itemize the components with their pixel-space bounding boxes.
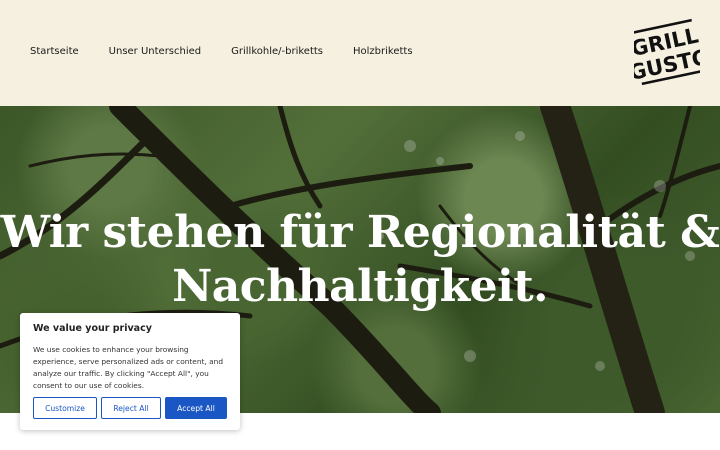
reject-all-button[interactable]: Reject All [101, 397, 161, 419]
site-header: Startseite Unser Unterschied Grillkohle/… [0, 0, 720, 106]
nav-item-unser-unterschied[interactable]: Unser Unterschied [109, 45, 201, 59]
cookie-banner-title: We value your privacy [33, 323, 152, 334]
hero-title-line-1: Wir stehen für Regionalität & [0, 207, 720, 258]
logo-mark: GRILL GUSTO [627, 18, 712, 86]
hero-title-line-2: Nachhaltigkeit. [172, 261, 548, 312]
nav-item-holzbriketts[interactable]: Holzbriketts [353, 45, 413, 59]
accept-all-button[interactable]: Accept All [165, 397, 227, 419]
hero-title: Wir stehen für Regionalität & Nachhaltig… [0, 206, 720, 314]
main-nav: Startseite Unser Unterschied Grillkohle/… [30, 45, 443, 59]
nav-item-grillkohle-briketts[interactable]: Grillkohle/-briketts [231, 45, 323, 59]
cookie-consent-banner: We value your privacy We use cookies to … [20, 313, 240, 430]
cookie-banner-text: We use cookies to enhance your browsing … [33, 345, 224, 390]
cookie-button-row: Customize Reject All Accept All [33, 397, 231, 419]
nav-item-startseite[interactable]: Startseite [30, 45, 79, 59]
customize-button[interactable]: Customize [33, 397, 97, 419]
grill-gusto-logo[interactable]: GRILL GUSTO [627, 12, 712, 94]
